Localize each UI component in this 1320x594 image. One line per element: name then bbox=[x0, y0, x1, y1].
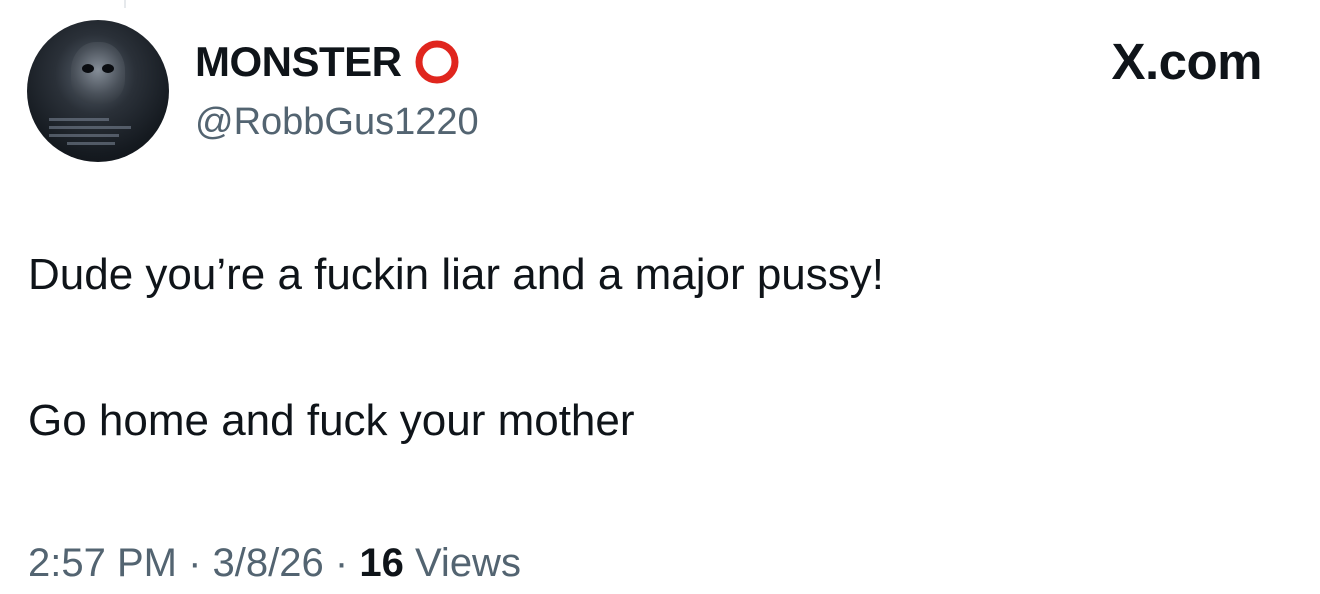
views-label: Views bbox=[414, 541, 521, 585]
x-com-watermark: X.com bbox=[1111, 33, 1262, 90]
tweet-meta: 2:57 PM · 3/8/26 · 16 Views bbox=[28, 538, 521, 588]
meta-separator: · bbox=[188, 541, 202, 585]
avatar[interactable] bbox=[27, 20, 169, 162]
avatar-glitch-line bbox=[67, 142, 115, 145]
thread-connector-line bbox=[124, 0, 126, 8]
tweet-date[interactable]: 3/8/26 bbox=[213, 541, 324, 585]
avatar-glitch-line bbox=[49, 118, 109, 121]
avatar-skull-image bbox=[71, 42, 125, 104]
red-circle-icon bbox=[415, 40, 458, 84]
tweet-text: Dude you’re a fuckin liar and a major pu… bbox=[28, 246, 1288, 450]
author-display-name[interactable]: MONSTER bbox=[195, 36, 402, 88]
views-count: 16 bbox=[359, 541, 404, 585]
tweet-line: Dude you’re a fuckin liar and a major pu… bbox=[28, 250, 884, 299]
author-name-row[interactable]: MONSTER bbox=[195, 36, 460, 88]
author-handle[interactable]: @RobbGus1220 bbox=[195, 98, 479, 146]
avatar-glitch-line bbox=[49, 134, 119, 137]
meta-separator: · bbox=[334, 541, 349, 585]
avatar-eye-right bbox=[102, 64, 114, 73]
avatar-glitch-line bbox=[49, 126, 131, 129]
tweet-time[interactable]: 2:57 PM bbox=[28, 541, 177, 585]
avatar-eye-left bbox=[82, 64, 94, 73]
tweet-line: Go home and fuck your mother bbox=[28, 396, 635, 445]
tweet-views[interactable]: 16 Views bbox=[359, 541, 521, 585]
